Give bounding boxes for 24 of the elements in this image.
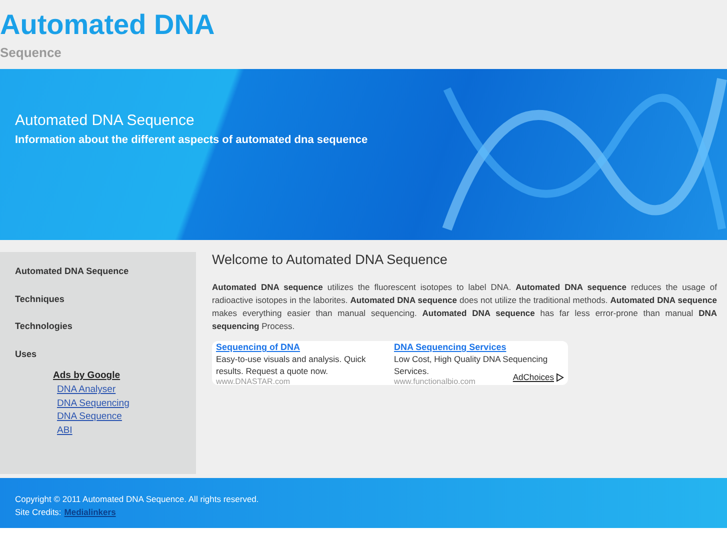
- ad-link[interactable]: ABI: [57, 424, 72, 437]
- sidebar-link[interactable]: Technologies: [15, 321, 72, 348]
- ad-link[interactable]: DNA Sequencing: [57, 396, 130, 410]
- sidebar-link[interactable]: Uses: [15, 348, 37, 376]
- credits-label: Site Credits:: [15, 507, 62, 517]
- ads-heading: Ads by Google: [53, 370, 120, 381]
- sidebar-link[interactable]: Automated DNA Sequence: [15, 266, 129, 294]
- ad-url: www.DNASTAR.com: [216, 377, 292, 385]
- ad-title-link[interactable]: Sequencing of DNA: [216, 342, 300, 352]
- ad-title-link[interactable]: DNA Sequencing Services: [394, 342, 506, 352]
- intro-paragraph: Automated DNA sequence utilizes the fluorescent isotopes to label DNA. Automated DNA sequence reduces the usage of radioactive isotopes in the laborites. Automated DNA sequence does not utilize the traditional methods. Automated DNA sequence makes everything easier than manual sequencing. Automated DNA sequence has far less error-prone than manual DNA sequencing Process.: [212, 281, 717, 333]
- adchoices-link[interactable]: AdChoices: [512, 372, 564, 382]
- site-subtitle: Sequence: [0, 45, 62, 60]
- page-heading: Welcome to Automated DNA Sequence: [212, 252, 448, 267]
- sidebar-link[interactable]: Techniques: [15, 294, 64, 321]
- play-triangle-icon: [556, 372, 564, 382]
- banner-title: Automated DNA Sequence: [15, 112, 196, 129]
- credits-link[interactable]: Medialinkers: [64, 507, 116, 517]
- ad-link[interactable]: DNA Sequence: [57, 410, 122, 424]
- banner-tagline: Information about the different aspects of automated dna sequence: [15, 134, 368, 146]
- copyright-text: Copyright © 2011 Automated DNA Sequence. All rights reserved.: [15, 494, 260, 504]
- ad-link[interactable]: DNA Analyser: [57, 383, 116, 396]
- site-title: Automated DNA: [0, 9, 216, 41]
- ad-description: Easy-to-use visuals and analysis. Quick results. Request a quote now.: [216, 353, 367, 377]
